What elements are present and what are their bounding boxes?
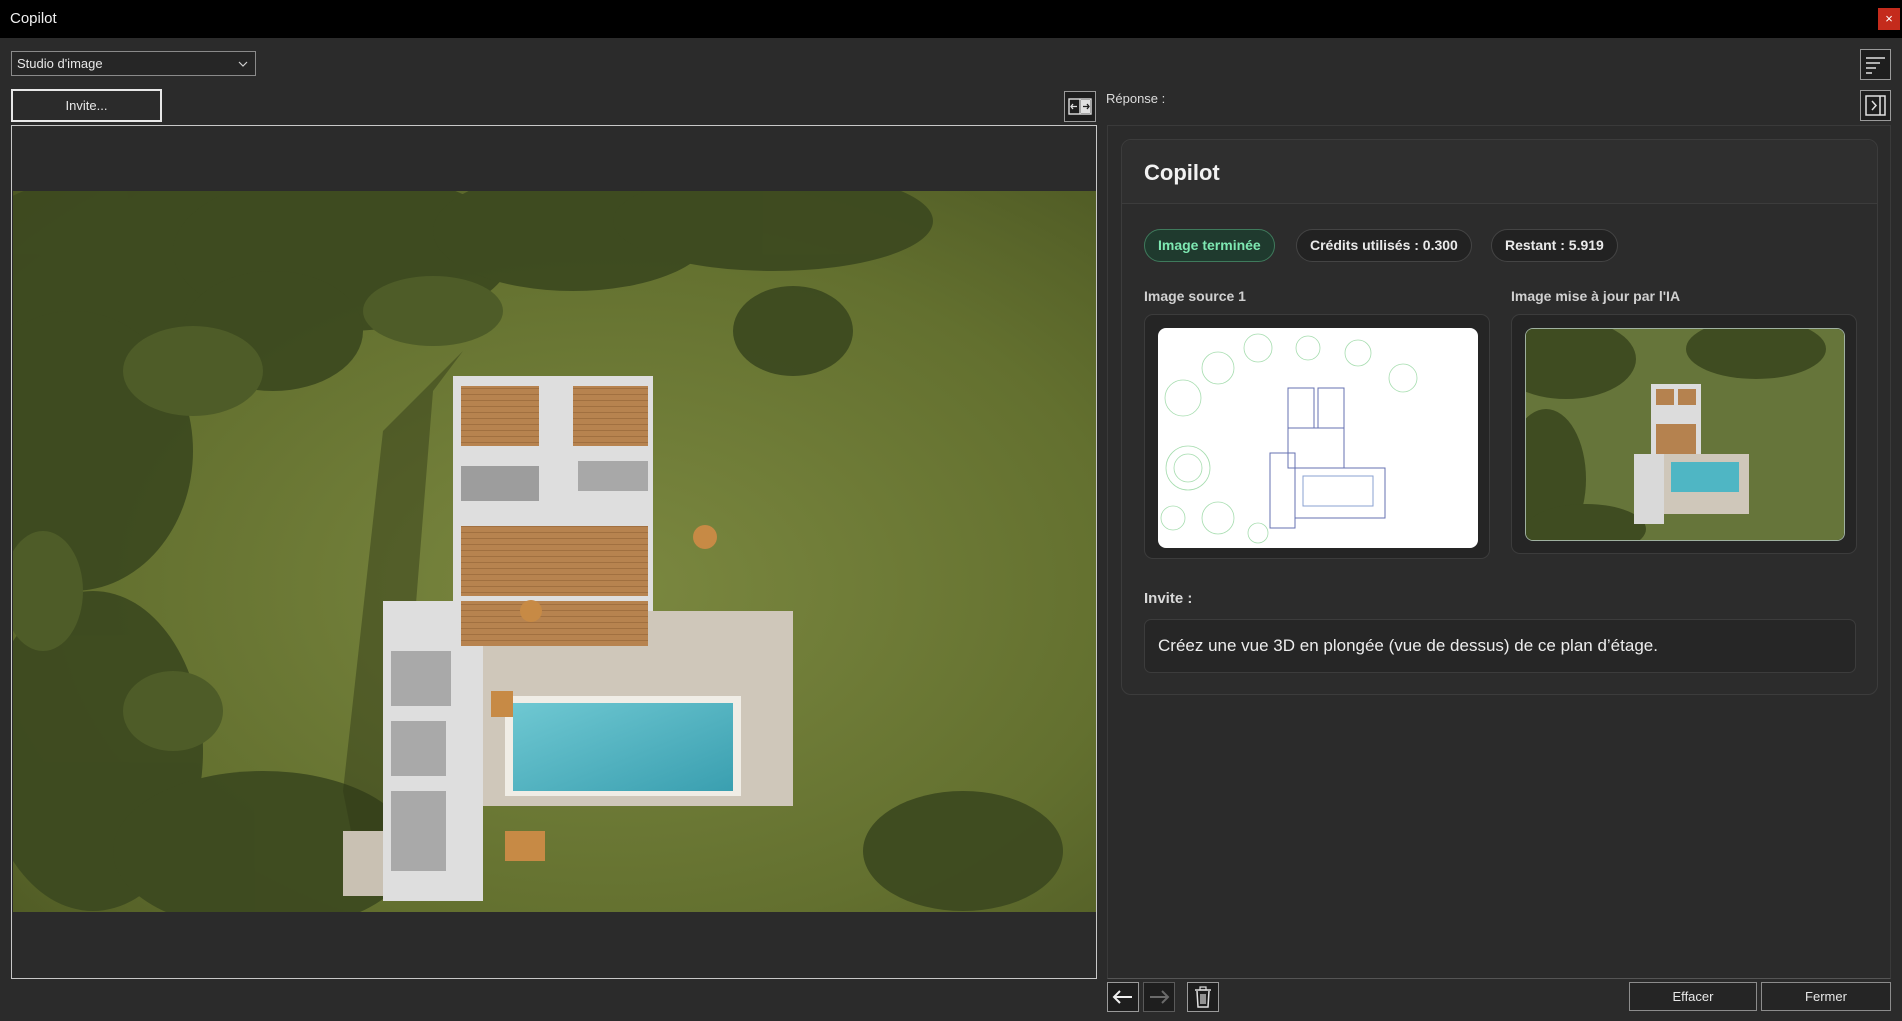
invite-text-box: Créez une vue 3D en plongée (vue de dess… (1144, 619, 1856, 673)
remaining-credits-badge: Restant : 5.919 (1491, 229, 1618, 262)
invite-label: Invite : (1144, 590, 1193, 607)
delete-button[interactable] (1187, 982, 1219, 1012)
card-title: Copilot (1144, 160, 1220, 185)
collapse-right-icon (1865, 95, 1886, 116)
title-bar: Copilot × (0, 0, 1902, 38)
arrow-right-icon (1150, 990, 1170, 1004)
source-image-frame (1144, 314, 1490, 559)
arrow-left-icon (1112, 990, 1132, 1004)
mode-select-value: Studio d'image (17, 56, 103, 71)
collapse-panel-button[interactable] (1860, 90, 1891, 121)
sort-lines-icon (1866, 57, 1885, 74)
updated-image-thumbnail[interactable] (1525, 328, 1845, 541)
back-button[interactable] (1107, 982, 1139, 1012)
swap-panels-icon (1068, 98, 1092, 115)
response-panel: Copilot Image terminée Crédits utilisés … (1107, 125, 1891, 979)
forward-button[interactable] (1143, 982, 1175, 1012)
generated-image (13, 191, 1096, 912)
source-image-thumbnail[interactable] (1158, 328, 1478, 548)
chevron-down-icon (238, 61, 248, 67)
source-image-label: Image source 1 (1144, 288, 1246, 304)
credits-used-badge: Crédits utilisés : 0.300 (1296, 229, 1472, 262)
updated-image-frame (1511, 314, 1857, 554)
close-window-button[interactable]: × (1878, 8, 1900, 30)
invite-button[interactable]: Invite... (11, 89, 162, 122)
sort-button[interactable] (1860, 49, 1891, 80)
close-button[interactable]: Fermer (1761, 982, 1891, 1011)
status-badge: Image terminée (1144, 229, 1275, 262)
mode-select[interactable]: Studio d'image (11, 51, 256, 76)
window-title: Copilot (10, 10, 57, 27)
trash-icon (1195, 986, 1211, 1008)
card-header (1122, 140, 1877, 204)
response-label: Réponse : (1106, 91, 1166, 106)
response-card: Copilot Image terminée Crédits utilisés … (1121, 139, 1878, 695)
image-view-panel (11, 125, 1097, 979)
clear-button[interactable]: Effacer (1629, 982, 1757, 1011)
updated-image-label: Image mise à jour par l'IA (1511, 288, 1681, 304)
swap-panels-button[interactable] (1064, 91, 1096, 122)
